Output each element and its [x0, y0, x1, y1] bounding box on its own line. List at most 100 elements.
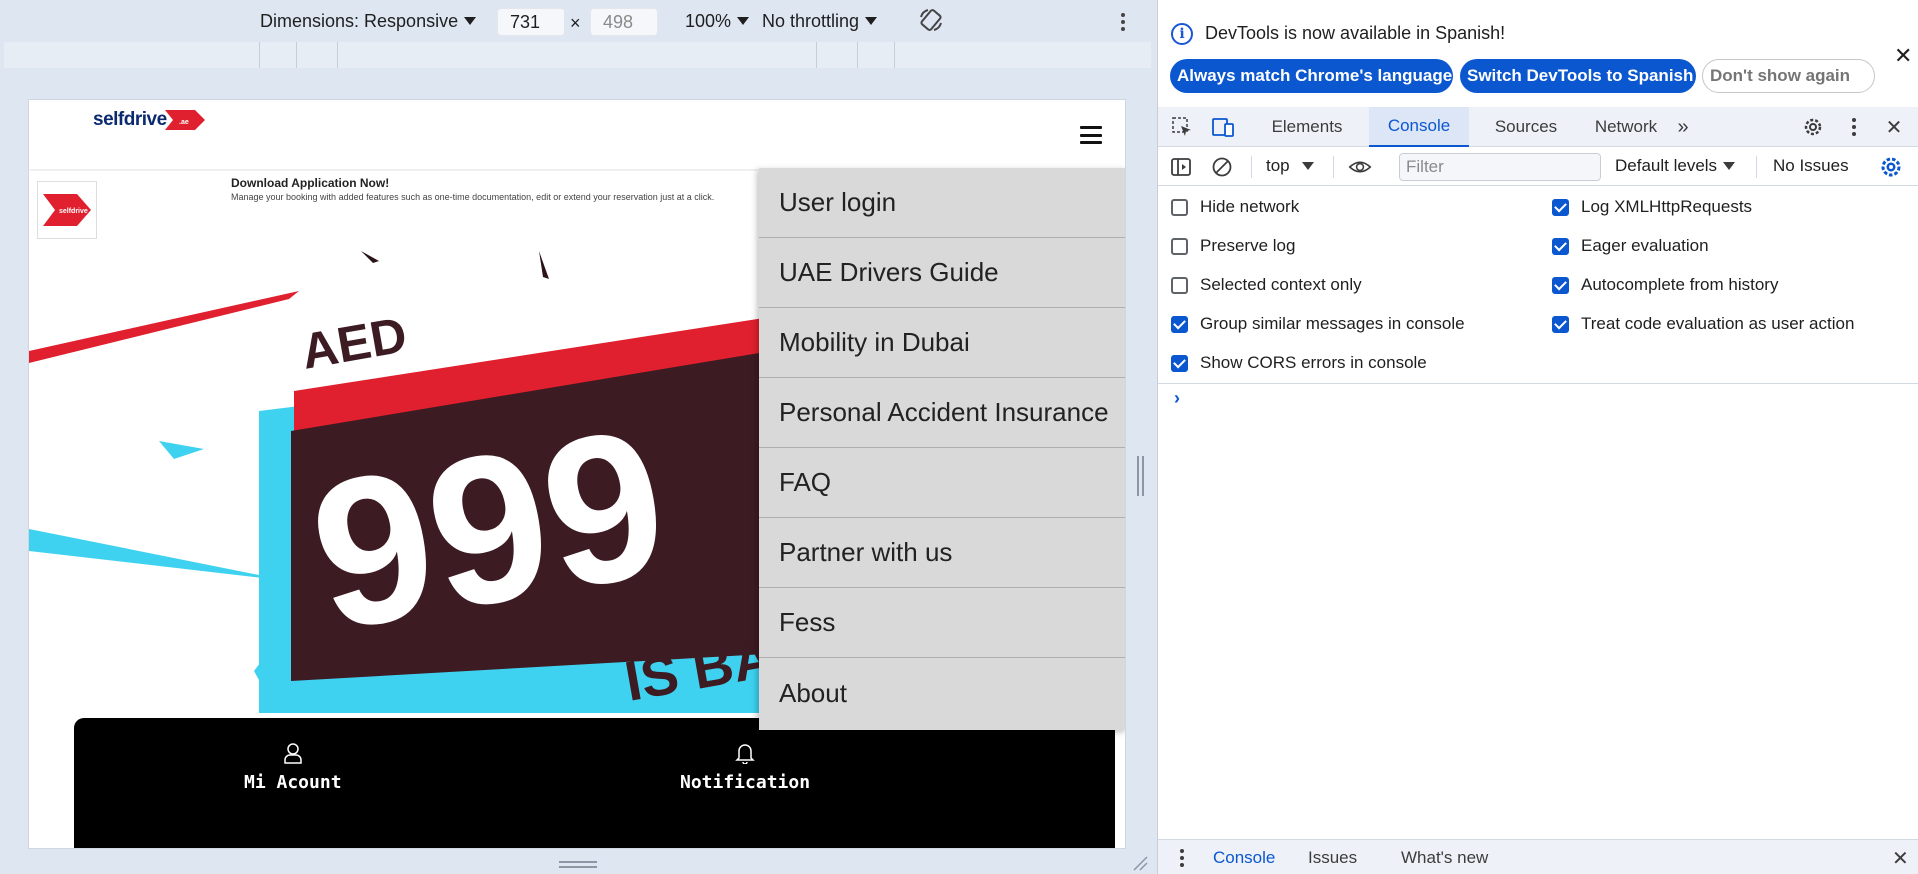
- notification-nav[interactable]: Notification: [680, 742, 810, 793]
- setting-preserve-log[interactable]: Preserve log: [1171, 236, 1295, 256]
- app-banner-title: Download Application Now!: [231, 176, 390, 190]
- clear-console-icon[interactable]: [1210, 155, 1234, 179]
- tab-elements[interactable]: Elements: [1259, 107, 1355, 147]
- console-toolbar: top Filter Default levels No Issues: [1158, 148, 1918, 186]
- throttling-label: No throttling: [762, 10, 860, 31]
- checkbox[interactable]: [1171, 276, 1188, 294]
- setting-show-cors-errors[interactable]: Show CORS errors in console: [1171, 353, 1427, 373]
- logo-text: selfdrive: [93, 109, 167, 130]
- levels-label: Default levels: [1615, 156, 1718, 175]
- devtools-tab-bar: Elements Console Sources Network » ✕: [1158, 107, 1918, 147]
- setting-treat-code-eval[interactable]: Treat code evaluation as user action: [1552, 314, 1854, 334]
- more-tabs-icon[interactable]: »: [1671, 115, 1695, 139]
- tab-sources[interactable]: Sources: [1478, 107, 1574, 147]
- match-language-button[interactable]: Always match Chrome's language: [1170, 59, 1453, 93]
- close-icon[interactable]: ✕: [1894, 43, 1912, 69]
- bottom-navigation: Mi Acount Notification: [74, 718, 1115, 848]
- menu-item-partner-with-us[interactable]: Partner with us: [759, 518, 1125, 588]
- context-label: top: [1266, 156, 1290, 175]
- zoom-label: 100%: [685, 10, 732, 31]
- svg-text:selfdrive: selfdrive: [59, 208, 88, 215]
- divider: [1158, 383, 1918, 384]
- site-header: selfdrive .ae: [29, 100, 1125, 169]
- checkbox[interactable]: [1552, 315, 1569, 333]
- menu-item-user-login[interactable]: User login: [759, 168, 1125, 238]
- viewport-height-resize-handle[interactable]: [559, 861, 597, 869]
- menu-item-about[interactable]: About: [759, 658, 1125, 728]
- app-icon: selfdrive: [37, 181, 97, 239]
- setting-label: Autocomplete from history: [1581, 275, 1779, 294]
- dont-show-again-button[interactable]: Don't show again: [1702, 59, 1875, 93]
- device-toolbar: Dimensions: Responsive 731 × 498 100% No…: [0, 0, 1157, 42]
- settings-gear-icon[interactable]: [1801, 115, 1825, 139]
- inspect-element-icon[interactable]: [1170, 115, 1194, 139]
- setting-label: Group similar messages in console: [1200, 314, 1465, 333]
- checkbox[interactable]: [1171, 315, 1188, 333]
- app-banner-description: Manage your booking with added features …: [231, 192, 715, 202]
- log-levels-dropdown[interactable]: Default levels: [1615, 156, 1736, 176]
- rotate-icon[interactable]: [918, 8, 944, 32]
- bell-icon: [735, 744, 755, 764]
- checkbox[interactable]: [1171, 237, 1188, 255]
- menu-item-personal-accident-insurance[interactable]: Personal Accident Insurance: [759, 378, 1125, 448]
- more-vertical-icon[interactable]: [1842, 115, 1866, 139]
- notification-label: Notification: [680, 772, 811, 793]
- menu-item-mobility-in-dubai[interactable]: Mobility in Dubai: [759, 308, 1125, 378]
- console-prompt-chevron-icon[interactable]: ›: [1174, 388, 1180, 409]
- info-icon: i: [1171, 23, 1193, 45]
- setting-eager-evaluation[interactable]: Eager evaluation: [1552, 236, 1709, 256]
- dimensions-dropdown[interactable]: Dimensions: Responsive: [260, 9, 477, 33]
- checkbox[interactable]: [1171, 354, 1188, 372]
- filter-input[interactable]: Filter: [1399, 153, 1601, 181]
- throttling-dropdown[interactable]: No throttling: [762, 9, 878, 33]
- context-selector[interactable]: top: [1266, 156, 1314, 176]
- width-value: 731: [510, 11, 541, 32]
- viewport-width-resize-handle[interactable]: [1137, 456, 1145, 496]
- logo-arrow-icon: .ae: [164, 110, 205, 130]
- sidebar-toggle-icon[interactable]: [1169, 155, 1193, 179]
- checkbox[interactable]: [1171, 198, 1188, 216]
- drawer-tab-console[interactable]: Console: [1213, 848, 1275, 868]
- device-toolbar-icon[interactable]: [1211, 115, 1235, 139]
- device-emulation-area: Dimensions: Responsive 731 × 498 100% No…: [0, 0, 1157, 874]
- setting-log-xhr[interactable]: Log XMLHttpRequests: [1552, 197, 1752, 217]
- drawer-tab-whats-new[interactable]: What's new: [1401, 848, 1488, 868]
- switch-language-button[interactable]: Switch DevTools to Spanish: [1460, 59, 1696, 93]
- issues-counter[interactable]: No Issues: [1773, 156, 1849, 176]
- close-devtools-icon[interactable]: ✕: [1882, 115, 1906, 139]
- setting-autocomplete-history[interactable]: Autocomplete from history: [1552, 275, 1778, 295]
- setting-label: Hide network: [1200, 197, 1300, 216]
- setting-selected-context-only[interactable]: Selected context only: [1171, 275, 1362, 295]
- my-account-nav[interactable]: Mi Acount: [244, 742, 342, 793]
- drawer-tab-issues[interactable]: Issues: [1308, 848, 1357, 868]
- more-vertical-icon[interactable]: [1119, 10, 1127, 34]
- height-value: 498: [603, 11, 634, 32]
- hamburger-menu-icon[interactable]: [1080, 126, 1102, 144]
- menu-item-fess[interactable]: Fess: [759, 588, 1125, 658]
- media-query-ruler[interactable]: [4, 42, 1151, 68]
- height-input[interactable]: 498: [590, 8, 658, 36]
- setting-hide-network[interactable]: Hide network: [1171, 197, 1299, 217]
- site-logo[interactable]: selfdrive .ae: [93, 106, 207, 134]
- close-drawer-icon[interactable]: ✕: [1892, 846, 1909, 871]
- checkbox[interactable]: [1552, 198, 1569, 216]
- infobar-message: DevTools is now available in Spanish!: [1205, 23, 1506, 43]
- setting-label: Eager evaluation: [1581, 236, 1709, 255]
- menu-item-uae-drivers-guide[interactable]: UAE Drivers Guide: [759, 238, 1125, 308]
- caret-down-icon: [464, 17, 477, 25]
- setting-label: Show CORS errors in console: [1200, 353, 1427, 372]
- more-vertical-icon[interactable]: [1170, 846, 1194, 870]
- setting-label: Treat code evaluation as user action: [1581, 314, 1855, 333]
- corner-resize-icon[interactable]: [1132, 855, 1148, 871]
- checkbox[interactable]: [1552, 276, 1569, 294]
- console-settings-gear-icon[interactable]: [1879, 155, 1903, 179]
- checkbox[interactable]: [1552, 237, 1569, 255]
- menu-item-faq[interactable]: FAQ: [759, 448, 1125, 518]
- width-input[interactable]: 731: [497, 8, 565, 36]
- tab-console[interactable]: Console: [1369, 107, 1469, 147]
- tab-network[interactable]: Network: [1581, 107, 1671, 147]
- times-sign: ×: [570, 12, 581, 33]
- zoom-dropdown[interactable]: 100%: [685, 9, 750, 33]
- setting-group-similar[interactable]: Group similar messages in console: [1171, 314, 1465, 334]
- eye-icon[interactable]: [1348, 155, 1372, 179]
